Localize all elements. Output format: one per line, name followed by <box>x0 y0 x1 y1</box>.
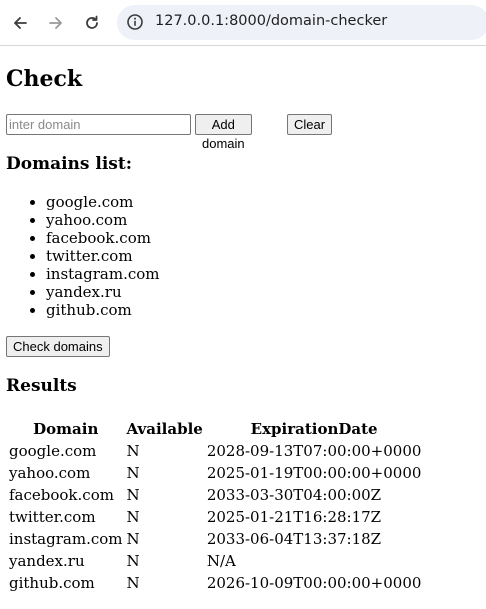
cell-domain: facebook.com <box>9 486 114 504</box>
cell-domain: yandex.ru <box>9 552 85 570</box>
table-row: github.com N 2026-10-09T00:00:00+0000 <box>8 573 422 593</box>
table-row: twitter.com N 2025-01-21T16:28:17Z <box>8 507 422 527</box>
cell-available: N <box>126 574 140 592</box>
list-item: github.com <box>46 301 160 319</box>
cell-expiration: 2028-09-13T07:00:00+0000 <box>206 442 422 460</box>
cell-expiration: 2033-06-04T13:37:18Z <box>206 530 382 548</box>
cell-domain: twitter.com <box>9 508 96 526</box>
table-row: yandex.ru N N/A <box>8 551 422 571</box>
cell-domain: google.com <box>9 442 97 460</box>
cell-available: N <box>126 486 140 504</box>
address-url[interactable]: 127.0.0.1:8000/domain-checker <box>155 13 387 29</box>
list-item: twitter.com <box>46 247 160 265</box>
back-button[interactable] <box>7 10 33 36</box>
results-heading: Results <box>6 376 77 396</box>
cell-expiration: 2025-01-21T16:28:17Z <box>206 508 382 526</box>
cell-expiration: 2033-03-30T04:00:00Z <box>206 486 382 504</box>
info-icon[interactable] <box>126 13 144 31</box>
table-header-row: Domain Available ExpirationDate <box>8 419 422 439</box>
add-domain-button[interactable]: Add domain <box>195 114 252 151</box>
cell-domain: instagram.com <box>9 530 123 548</box>
list-item: facebook.com <box>46 229 160 247</box>
cell-expiration: 2026-10-09T00:00:00+0000 <box>206 574 422 592</box>
reload-button[interactable] <box>79 10 105 36</box>
domains-list-heading: Domains list: <box>6 154 133 174</box>
domains-list: google.com yahoo.com facebook.com twitte… <box>6 193 160 319</box>
table-row: yahoo.com N 2025-01-19T00:00:00+0000 <box>8 463 422 483</box>
page-title: Check <box>6 66 83 92</box>
list-item: instagram.com <box>46 265 160 283</box>
cell-expiration: N/A <box>206 552 236 570</box>
address-bar[interactable]: 127.0.0.1:8000/domain-checker <box>117 5 486 40</box>
table-row: google.com N 2028-09-13T07:00:00+0000 <box>8 441 422 461</box>
cell-expiration: 2025-01-19T00:00:00+0000 <box>206 464 422 482</box>
cell-available: N <box>126 508 140 526</box>
cell-domain: github.com <box>9 574 95 592</box>
list-item: yandex.ru <box>46 283 160 301</box>
forward-button[interactable] <box>43 10 69 36</box>
cell-available: N <box>126 442 140 460</box>
cell-domain: yahoo.com <box>9 464 91 482</box>
clear-button[interactable]: Clear <box>287 114 333 135</box>
column-header-domain: Domain <box>33 420 99 438</box>
results-table: Domain Available ExpirationDate google.c… <box>6 417 424 595</box>
cell-available: N <box>126 552 140 570</box>
arrow-left-icon <box>14 17 27 29</box>
column-header-expiration: ExpirationDate <box>250 420 378 438</box>
table-row: facebook.com N 2033-03-30T04:00:00Z <box>8 485 422 505</box>
domain-input[interactable] <box>6 114 191 135</box>
browser-toolbar: 127.0.0.1:8000/domain-checker <box>0 0 486 46</box>
list-item: yahoo.com <box>46 211 160 229</box>
list-item: google.com <box>46 193 160 211</box>
cell-available: N <box>126 530 140 548</box>
reload-icon <box>86 15 98 29</box>
column-header-available: Available <box>126 420 203 438</box>
cell-available: N <box>126 464 140 482</box>
table-row: instagram.com N 2033-06-04T13:37:18Z <box>8 529 422 549</box>
arrow-right-icon <box>49 17 62 29</box>
check-domains-button[interactable]: Check domains <box>6 336 110 357</box>
